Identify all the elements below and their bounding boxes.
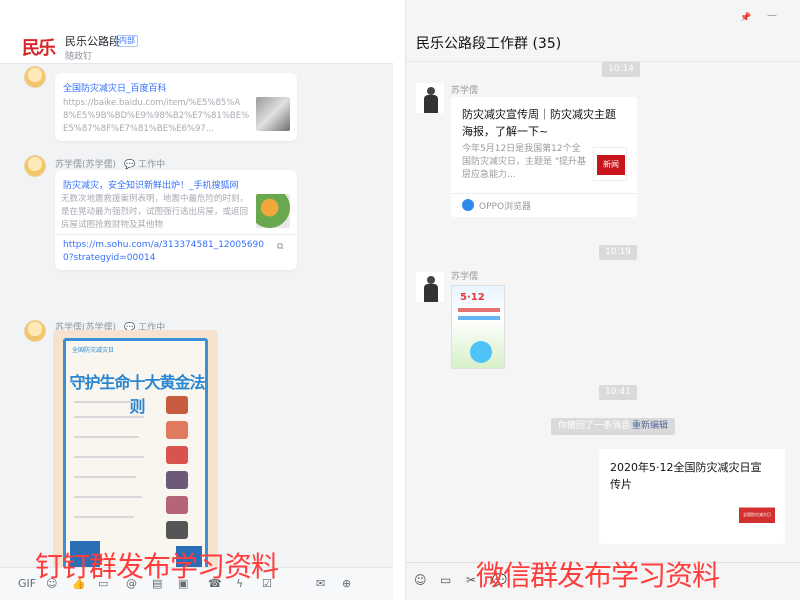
work-status: 💬 工作中: [124, 160, 166, 170]
poster-text-line: [74, 496, 142, 498]
article-description: 今年5月12日是我国第12个全国防灾减灾日，主题是 "提升基层应急能力...: [462, 144, 587, 180]
poster-frame: 全国防灾减灾日 守护生命十大黄金法则: [63, 338, 208, 570]
link-url-preview: https://baike.baidu.com/item/%E5%85%A8%E…: [63, 98, 250, 134]
wechat-header: 📌 — 民乐公路段工作群 (35): [406, 0, 800, 62]
poster-globe: [470, 341, 492, 363]
link-thumbnail: [256, 97, 290, 131]
group-title: 民乐公路段工作群 (35): [416, 36, 562, 52]
poster-text-line: [458, 316, 500, 320]
poster-illustration: [166, 521, 188, 539]
divider: [451, 193, 637, 194]
avatar[interactable]: [416, 272, 444, 302]
video-thumbnail: 全国防灾减灾日: [739, 499, 775, 523]
minimize-icon[interactable]: —: [767, 10, 777, 21]
poster-illustration: [166, 396, 188, 414]
timestamp: 10:41: [599, 385, 637, 400]
sender-name: 苏学儒: [451, 86, 479, 96]
emoji-icon[interactable]: ☺: [414, 573, 427, 587]
article-thumbnail: 新闻: [593, 147, 627, 181]
wechat-panel: 📌 — 民乐公路段工作群 (35) 10:14 苏学儒 防灾减灾宣传周｜防灾减灾…: [405, 0, 800, 600]
link-url[interactable]: https://m.sohu.com/a/313374581_120056900…: [63, 239, 273, 265]
group-subtitle: 随政钉: [65, 52, 93, 62]
link-card[interactable]: 全国防灾减灾日_百度百科 https://baike.baidu.com/ite…: [55, 73, 297, 141]
group-logo: 民乐: [22, 38, 56, 59]
poster-text-line: [74, 476, 136, 478]
sender-name: 苏学儒(苏学儒): [55, 160, 117, 170]
right-caption: 微信群发布学习资料: [476, 559, 720, 592]
pin-icon[interactable]: 📌: [740, 13, 751, 23]
sender-name: 苏学儒: [451, 272, 479, 282]
poster-illustration: [166, 446, 188, 464]
recall-text: 你撤回了一条消息: [558, 421, 631, 431]
poster-text-line: [74, 516, 134, 518]
poster-text-line: [74, 401, 134, 403]
link-card[interactable]: 防灾减灾，安全知识新鲜出炉！_手机搜狐网 无数次地震救援案例表明，地震中最危险的…: [55, 170, 297, 270]
more-icon[interactable]: ⊕: [342, 577, 351, 590]
timestamp: 10:19: [599, 245, 637, 260]
internal-tag: 内部: [116, 35, 138, 47]
poster-image-text: 5·12: [460, 292, 485, 303]
article-card[interactable]: 防灾减灾宣传周｜防灾减灾主题海报，了解一下~ 今年5月12日是我国第12个全国防…: [451, 97, 637, 217]
link-title[interactable]: 防灾减灾，安全知识新鲜出炉！_手机搜狐网: [63, 178, 239, 191]
recall-notice: 你撤回了一条消息 重新编辑: [551, 418, 676, 435]
divider: [55, 234, 297, 235]
link-description: 无数次地震救援案例表明，地震中最危险的时刻，是在晃动最为强烈时，试图强行逃出房屋…: [61, 194, 249, 230]
timestamp: 10:14: [602, 62, 640, 77]
video-card[interactable]: 2020年5·12全国防灾减灾日宣传片 全国防灾减灾日: [599, 449, 785, 544]
poster-illustration: [166, 421, 188, 439]
poster-image[interactable]: 5·12: [451, 285, 505, 369]
mail-icon[interactable]: ✉: [316, 577, 325, 590]
left-caption: 钉钉群发布学习资料: [35, 550, 279, 583]
poster-text-line: [458, 308, 500, 312]
poster-illustration: [166, 471, 188, 489]
poster-text-line: [74, 456, 144, 458]
browser-icon: [462, 199, 474, 211]
avatar[interactable]: [24, 66, 46, 88]
poster-text-line: [74, 416, 144, 418]
poster-image[interactable]: 全国防灾减灾日 守护生命十大黄金法则: [53, 330, 218, 570]
copy-icon[interactable]: ⧉: [277, 242, 283, 252]
poster-badge: 全国防灾减灾日: [72, 347, 115, 354]
sender-line: 苏学儒(苏学儒) 💬 工作中: [55, 157, 165, 170]
dingtalk-header: 民乐 民乐公路段 内部 随政钉: [0, 0, 393, 64]
gif-icon[interactable]: GIF: [18, 577, 36, 590]
article-source: OPPO浏览器: [479, 202, 532, 212]
link-thumbnail: [256, 194, 290, 228]
group-name[interactable]: 民乐公路段: [65, 33, 120, 49]
scissors-icon[interactable]: ✂: [466, 573, 476, 587]
avatar[interactable]: [24, 155, 46, 177]
poster-text-line: [74, 436, 139, 438]
avatar[interactable]: [416, 83, 444, 113]
poster-illustration: [166, 496, 188, 514]
avatar[interactable]: [24, 320, 46, 342]
article-title: 防灾减灾宣传周｜防灾减灾主题海报，了解一下~: [462, 108, 616, 138]
folder-icon[interactable]: ▭: [440, 573, 451, 587]
re-edit-link[interactable]: 重新编辑: [632, 421, 668, 431]
video-title: 2020年5·12全国防灾减灾日宣传片: [610, 461, 762, 491]
link-title[interactable]: 全国防灾减灾日_百度百科: [63, 81, 167, 94]
dingtalk-panel: 民乐 民乐公路段 内部 随政钉 全国防灾减灾日_百度百科 https://bai…: [0, 0, 393, 600]
